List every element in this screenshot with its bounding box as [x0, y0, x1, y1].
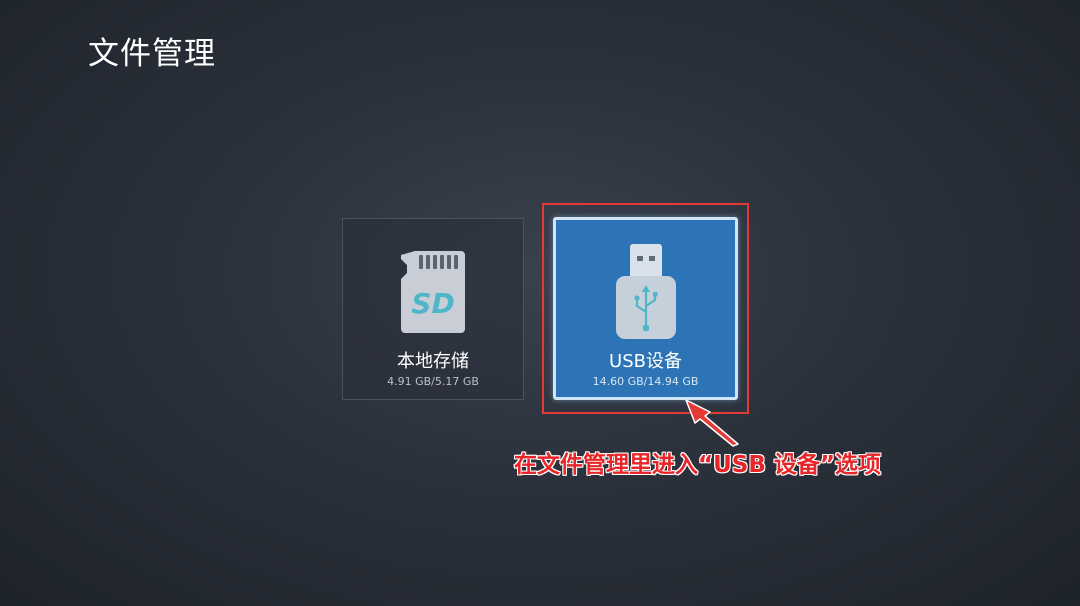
annotation-highlight-box — [542, 203, 749, 414]
svg-text:SD: SD — [411, 287, 454, 320]
local-storage-label: 本地存储 — [397, 351, 469, 372]
local-storage-tile[interactable]: SD 本地存储 4.91 GB/5.17 GB — [342, 218, 524, 400]
page-title: 文件管理 — [88, 36, 216, 72]
local-storage-usage: 4.91 GB/5.17 GB — [387, 375, 479, 388]
annotation-caption: 在文件管理里进入“USB 设备”选项 — [514, 452, 882, 478]
sd-card-icon: SD — [399, 249, 467, 339]
annotation-arrow-icon — [680, 396, 744, 452]
